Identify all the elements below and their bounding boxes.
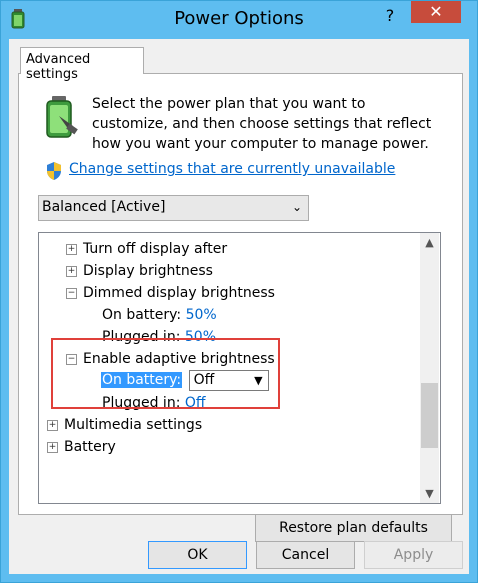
help-button[interactable]: ? (377, 3, 403, 29)
tree-item-multimedia-settings[interactable]: + Multimedia settings (47, 415, 202, 435)
power-plan-select[interactable]: Balanced [Active] ⌄ (38, 195, 309, 221)
power-plan-value: Balanced [Active] (42, 199, 166, 215)
restore-plan-defaults-button[interactable]: Restore plan defaults (255, 514, 452, 542)
title-bar[interactable]: Power Options ? ✕ (1, 1, 477, 39)
uac-shield-icon (47, 162, 61, 180)
tree-item-label: Turn off display after (83, 241, 228, 257)
chevron-down-icon: ⌄ (291, 200, 302, 214)
tree-item-label: Battery (64, 439, 116, 455)
tab-advanced-settings[interactable]: Advanced settings (20, 47, 144, 82)
tree-item-label: Display brightness (83, 263, 213, 279)
vertical-scrollbar[interactable]: ▲ ▼ (420, 233, 439, 503)
tree-item-turn-off-display[interactable]: + Turn off display after (66, 239, 227, 259)
tree-item-battery[interactable]: + Battery (47, 437, 116, 457)
tree-item-label: Multimedia settings (64, 417, 203, 433)
change-settings-link[interactable]: Change settings that are currently unava… (69, 161, 395, 177)
ok-button[interactable]: OK (148, 541, 247, 569)
highlight-box (51, 338, 280, 409)
dimmed-on-battery-row[interactable]: On battery: 50% (102, 305, 217, 325)
tree-item-label: Dimmed display brightness (83, 285, 275, 301)
expand-icon[interactable]: + (66, 243, 77, 255)
scroll-down-icon[interactable]: ▼ (420, 484, 439, 503)
apply-button[interactable]: Apply (364, 541, 463, 569)
advanced-settings-panel: Select the power plan that you want to c… (18, 73, 463, 542)
setting-value[interactable]: 50% (186, 307, 217, 323)
settings-tree[interactable]: + Turn off display after + Display brightn… (38, 232, 441, 504)
scroll-up-icon[interactable]: ▲ (420, 233, 439, 252)
scrollbar-thumb[interactable] (421, 383, 438, 448)
power-options-window: Power Options ? ✕ Advanced settings Sele… (0, 0, 478, 583)
collapse-icon[interactable]: − (66, 287, 77, 299)
close-button[interactable]: ✕ (411, 1, 461, 23)
tree-item-display-brightness[interactable]: + Display brightness (66, 261, 213, 281)
dialog-client: Advanced settings Select the power plan … (9, 39, 469, 574)
cancel-button[interactable]: Cancel (256, 541, 355, 569)
window-title: Power Options (174, 8, 304, 29)
battery-plug-icon (46, 96, 78, 138)
expand-icon[interactable]: + (66, 265, 77, 277)
tree-item-dimmed-display-brightness[interactable]: − Dimmed display brightness (66, 283, 275, 303)
setting-label: On battery: (102, 307, 182, 323)
description-text: Select the power plan that you want to c… (92, 96, 432, 152)
expand-icon[interactable]: + (47, 419, 58, 431)
tab-label: Advanced settings (26, 52, 91, 82)
expand-icon[interactable]: + (47, 441, 58, 453)
